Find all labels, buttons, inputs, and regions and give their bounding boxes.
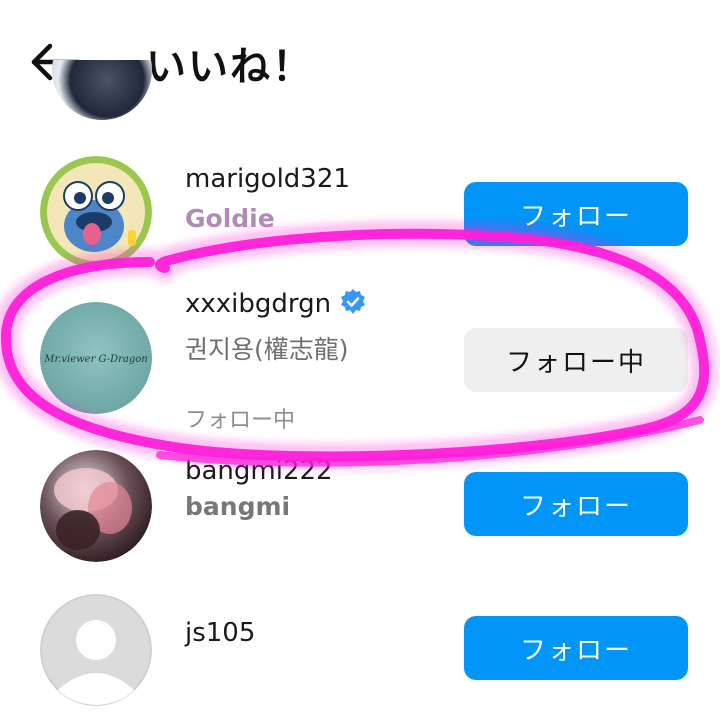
display-name: 권지용(權志龍) xyxy=(185,335,349,364)
list-item[interactable]: marigold321 Goldie フォロー xyxy=(0,150,720,270)
page-title: いいね！ xyxy=(146,44,314,90)
display-name: Goldie xyxy=(185,204,275,233)
verified-badge-icon xyxy=(339,288,367,316)
avatar[interactable] xyxy=(40,450,152,562)
avatar[interactable] xyxy=(40,156,152,268)
avatar-default-icon[interactable] xyxy=(40,594,152,706)
avatar-signature: Mr.viewer G-Dragon xyxy=(43,354,147,365)
following-button[interactable]: フォロー中 xyxy=(464,328,688,392)
list-item[interactable]: js105 フォロー xyxy=(0,590,720,710)
display-name: bangmi xyxy=(185,492,291,521)
list-item[interactable]: bangmi222 bangmi フォロー xyxy=(0,446,720,566)
follow-button[interactable]: フォロー xyxy=(464,182,688,246)
follow-button[interactable]: フォロー xyxy=(464,472,688,536)
follow-status: フォロー中 xyxy=(185,408,296,433)
username[interactable]: marigold321 xyxy=(185,164,350,194)
username[interactable]: js105 xyxy=(185,618,255,648)
username-line[interactable]: xxxibgdrgn xyxy=(185,288,367,319)
username[interactable]: bangmi222 xyxy=(185,456,333,486)
follow-button[interactable]: フォロー xyxy=(464,616,688,680)
avatar[interactable]: Mr.viewer G-Dragon xyxy=(40,302,152,414)
partial-avatar[interactable] xyxy=(52,60,152,126)
username[interactable]: xxxibgdrgn xyxy=(185,289,331,319)
list-item[interactable]: Mr.viewer G-Dragon xxxibgdrgn 권지용(權志龍) フ… xyxy=(0,282,720,442)
